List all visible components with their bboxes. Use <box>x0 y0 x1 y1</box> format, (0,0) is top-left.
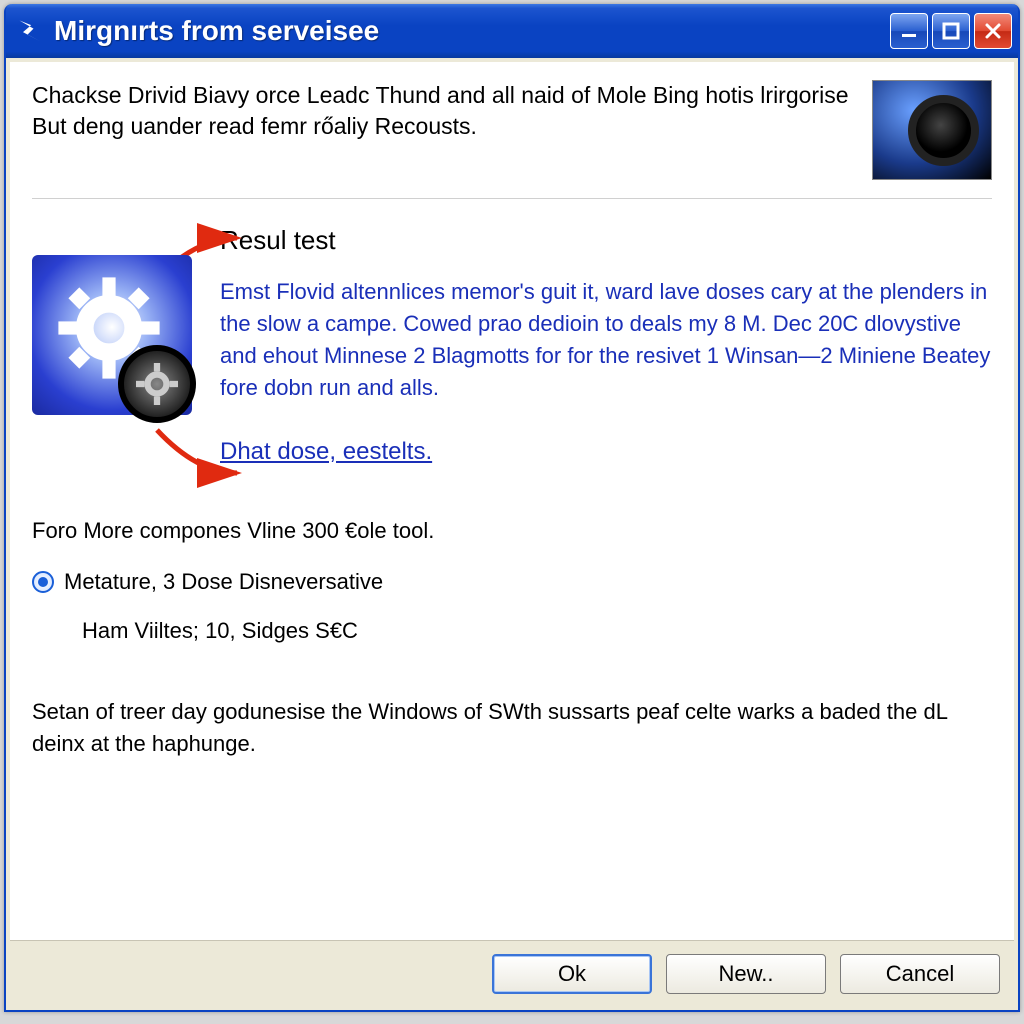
radio-label: Metature, 3 Dose Disneversative <box>64 563 383 600</box>
minimize-button[interactable] <box>890 13 928 49</box>
small-gear-icon <box>118 345 196 423</box>
details-link[interactable]: Dhat dose, eestelts. <box>220 438 432 465</box>
dialog-content: Chackse Drivid Biavy orce Leadc Thund an… <box>10 62 1014 940</box>
section-title: Resul test <box>220 225 992 256</box>
footer-description: Setan of treer day godunesise the Window… <box>32 696 992 760</box>
new-button[interactable]: New.. <box>666 954 826 994</box>
gear-icon <box>32 255 192 415</box>
close-button[interactable] <box>974 13 1012 49</box>
option-radio[interactable] <box>32 571 54 593</box>
ok-button[interactable]: Ok <box>492 954 652 994</box>
titlebar[interactable]: Mirgnırts from serveisee <box>6 4 1018 58</box>
app-icon <box>16 17 44 45</box>
cancel-button[interactable]: Cancel <box>840 954 1000 994</box>
dialog-window: Mirgnırts from serveisee Chackse Drivid … <box>4 4 1020 1012</box>
window-title: Mirgnırts from serveisee <box>54 15 890 47</box>
header-text: Chackse Drivid Biavy orce Leadc Thund an… <box>32 80 852 142</box>
radio-detail-text: Ham Viiltes; 10, Sidges S€C <box>32 612 992 649</box>
lower-intro-text: Foro More compones Vline 300 €ole tool. <box>32 512 992 549</box>
maximize-button[interactable] <box>932 13 970 49</box>
gear-illustration-column <box>32 225 202 466</box>
button-bar: Ok New.. Cancel <box>10 940 1014 1006</box>
section-description: Emst Flovid altennlices memor's guit it,… <box>220 276 992 404</box>
disk-image-icon <box>872 80 992 180</box>
